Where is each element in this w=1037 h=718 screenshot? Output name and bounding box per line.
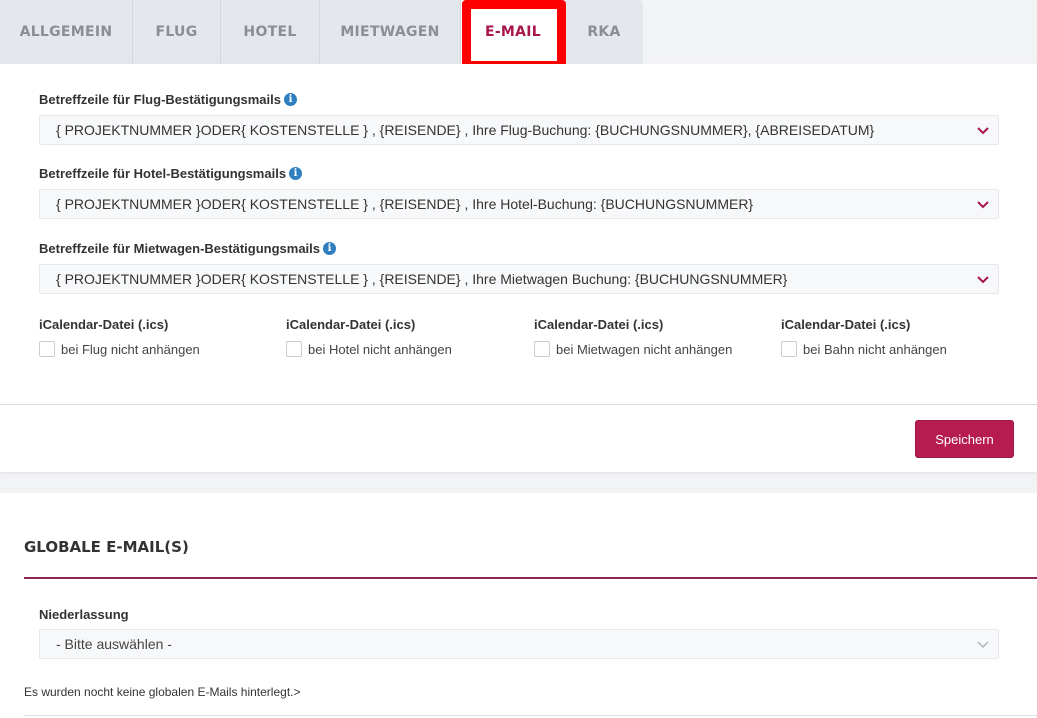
ics-option-label: bei Bahn nicht anhängen <box>803 341 947 357</box>
divider <box>0 404 1037 405</box>
tab-allgemein[interactable]: ALLGEMEIN <box>0 0 133 64</box>
info-icon[interactable]: i <box>323 242 336 255</box>
hotel-subject-label-text: Betreffzeile für Hotel-Bestätigungsmails <box>39 166 287 181</box>
hotel-subject-select[interactable]: { PROJEKTNUMMER }ODER{ KOSTENSTELLE } , … <box>39 189 999 219</box>
section-divider <box>24 577 1037 579</box>
ics-flight-checkbox[interactable] <box>39 341 55 357</box>
chevron-down-icon <box>977 276 989 284</box>
ics-title: iCalendar-Datei (.ics) <box>286 317 416 332</box>
flight-subject-label-text: Betreffzeile für Flug-Bestätigungsmails <box>39 92 281 107</box>
hotel-subject-label: Betreffzeile für Hotel-Bestätigungsmails… <box>39 166 303 181</box>
flight-subject-label: Betreffzeile für Flug-Bestätigungsmails … <box>39 92 297 107</box>
chevron-down-icon <box>977 127 989 135</box>
chevron-down-icon <box>977 641 989 649</box>
ics-title: iCalendar-Datei (.ics) <box>534 317 664 332</box>
ics-title: iCalendar-Datei (.ics) <box>781 317 911 332</box>
branch-select[interactable]: - Bitte auswählen - <box>39 629 999 659</box>
branch-select-value: - Bitte auswählen - <box>56 636 172 652</box>
ics-car-checkbox[interactable] <box>534 341 550 357</box>
save-button[interactable]: Speichern <box>915 420 1014 458</box>
car-subject-value: { PROJEKTNUMMER }ODER{ KOSTENSTELLE } , … <box>56 271 788 287</box>
car-subject-label-text: Betreffzeile für Mietwagen-Bestätigungsm… <box>39 241 320 256</box>
flight-subject-select[interactable]: { PROJEKTNUMMER }ODER{ KOSTENSTELLE } , … <box>39 115 999 145</box>
ics-car: iCalendar-Datei (.ics) bei Mietwagen nic… <box>534 317 732 357</box>
tab-mietwagen[interactable]: MIETWAGEN <box>320 0 461 64</box>
tab-email[interactable]: E-MAIL <box>461 0 565 64</box>
divider <box>24 715 1037 716</box>
car-subject-select[interactable]: { PROJEKTNUMMER }ODER{ KOSTENSTELLE } , … <box>39 264 999 294</box>
ics-hotel-checkbox[interactable] <box>286 341 302 357</box>
ics-option-label: bei Hotel nicht anhängen <box>308 341 452 357</box>
branch-label: Niederlassung <box>39 607 129 622</box>
tab-rka[interactable]: RKA <box>565 0 643 64</box>
tab-hotel[interactable]: HOTEL <box>221 0 320 64</box>
ics-flight: iCalendar-Datei (.ics) bei Flug nicht an… <box>39 317 200 357</box>
tab-bar: ALLGEMEIN FLUG HOTEL MIETWAGEN E-MAIL RK… <box>0 0 643 64</box>
ics-train-checkbox[interactable] <box>781 341 797 357</box>
info-icon[interactable]: i <box>289 167 303 180</box>
ics-title: iCalendar-Datei (.ics) <box>39 317 169 332</box>
car-subject-label: Betreffzeile für Mietwagen-Bestätigungsm… <box>39 241 336 256</box>
empty-state-text: Es wurden nocht keine globalen E-Mails h… <box>24 685 301 699</box>
hotel-subject-value: { PROJEKTNUMMER }ODER{ KOSTENSTELLE } , … <box>56 196 754 212</box>
ics-hotel: iCalendar-Datei (.ics) bei Hotel nicht a… <box>286 317 452 357</box>
flight-subject-value: { PROJEKTNUMMER }ODER{ KOSTENSTELLE } , … <box>56 122 875 138</box>
ics-option-label: bei Mietwagen nicht anhängen <box>556 341 733 357</box>
ics-train: iCalendar-Datei (.ics) bei Bahn nicht an… <box>781 317 947 357</box>
global-emails-title: GLOBALE E-MAIL(S) <box>24 538 189 556</box>
info-icon[interactable]: i <box>283 93 297 106</box>
chevron-down-icon <box>977 201 989 209</box>
ics-option-label: bei Flug nicht anhängen <box>61 341 200 357</box>
tab-flug[interactable]: FLUG <box>133 0 221 64</box>
